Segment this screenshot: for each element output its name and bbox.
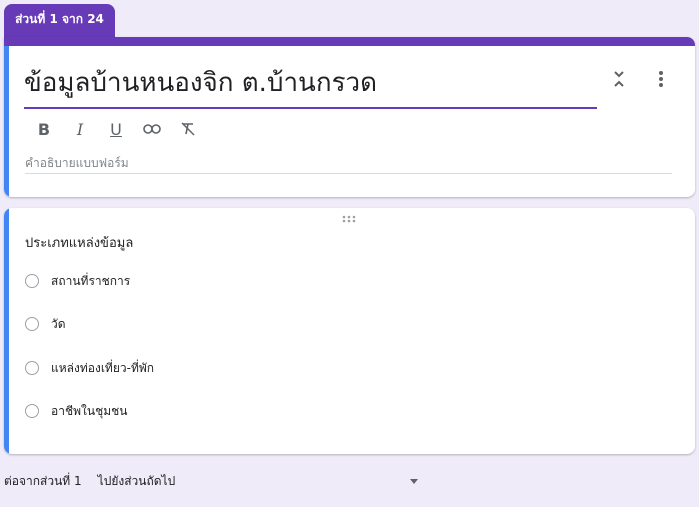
question-title: ประเภทแหล่งข้อมูล [25, 236, 134, 251]
radio-button[interactable] [25, 361, 39, 375]
focus-bar [4, 46, 9, 197]
accent-bar [4, 37, 695, 46]
dropdown-arrow-icon [409, 478, 418, 484]
form-header-card[interactable]: ข้อมูลบ้านหนองจิก ต.บ้านกรวด B I U คำอธิ… [4, 37, 695, 197]
clear-format-button[interactable] [176, 117, 200, 141]
section-tab-label: ส่วนที่ 1 จาก 24 [15, 11, 104, 26]
section-navigation: ต่อจากส่วนที่ 1 ไปยังส่วนถัดไป [4, 472, 424, 490]
option-item[interactable]: สถานที่ราชการ [25, 272, 130, 290]
option-label: สถานที่ราชการ [51, 273, 131, 288]
radio-button[interactable] [25, 274, 39, 288]
more-vert-icon[interactable] [649, 67, 673, 91]
bold-button[interactable]: B [32, 117, 56, 141]
form-title-input[interactable]: ข้อมูลบ้านหนองจิก ต.บ้านกรวด [24, 67, 597, 109]
radio-button[interactable] [25, 404, 39, 418]
next-section-value: ไปยังส่วนถัดไป [97, 473, 176, 488]
bold-icon: B [37, 119, 51, 139]
underline-button[interactable]: U [104, 117, 128, 141]
italic-button[interactable]: I [68, 117, 92, 141]
focus-bar [4, 208, 9, 454]
link-icon [143, 124, 161, 134]
radio-button[interactable] [25, 317, 39, 331]
collapse-icon[interactable] [607, 67, 631, 91]
option-label: อาชีพในชุมชน [51, 403, 128, 418]
clear-format-icon [181, 122, 195, 136]
option-label: วัด [51, 316, 66, 331]
next-section-dropdown[interactable]: ไปยังส่วนถัดไป [98, 472, 418, 491]
form-description-input[interactable]: คำอธิบายแบบฟอร์ม [25, 155, 672, 174]
option-item[interactable]: อาชีพในชุมชน [25, 402, 127, 420]
option-item[interactable]: วัด [25, 315, 66, 333]
question-card[interactable]: ประเภทแหล่งข้อมูล สถานที่ราชการ วัด แหล่… [4, 208, 695, 454]
drag-handle-icon[interactable] [341, 214, 357, 224]
option-label: แหล่งท่องเที่ยว-ที่พัก [51, 360, 155, 375]
after-section-label: ต่อจากส่วนที่ 1 [4, 473, 82, 488]
underline-icon: U [110, 119, 122, 139]
italic-icon: I [76, 119, 84, 139]
section-tab: ส่วนที่ 1 จาก 24 [4, 4, 115, 38]
format-toolbar: B I U [32, 117, 200, 141]
option-item[interactable]: แหล่งท่องเที่ยว-ที่พัก [25, 359, 154, 377]
link-button[interactable] [140, 117, 164, 141]
